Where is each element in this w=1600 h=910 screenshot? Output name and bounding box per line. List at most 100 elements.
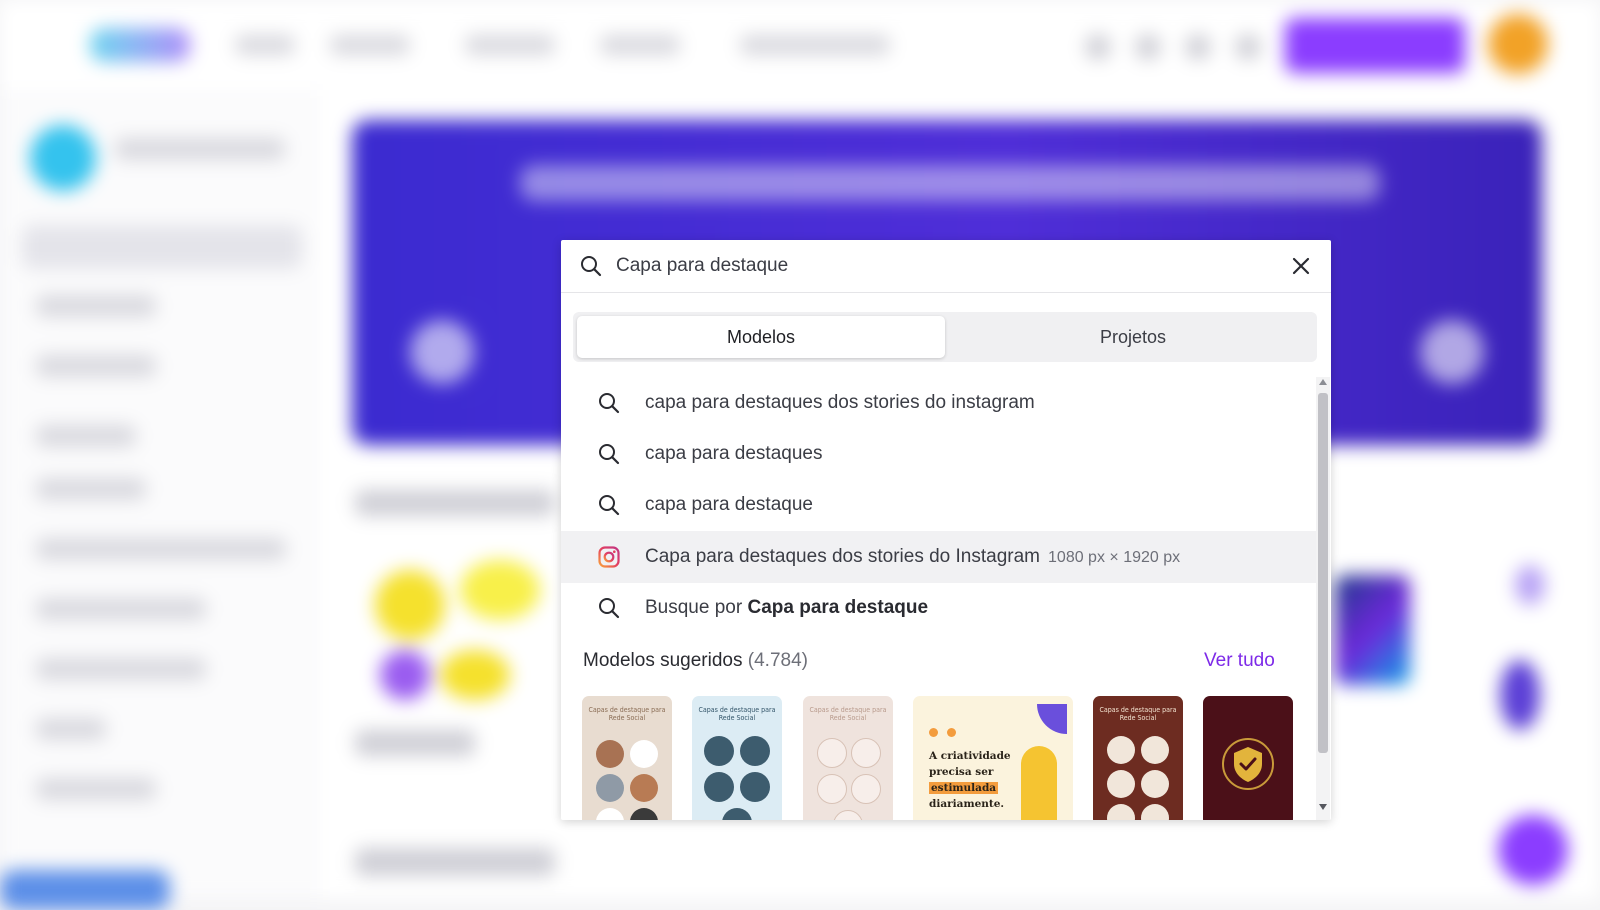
background-menu-item: [330, 35, 410, 55]
template-thumbnail[interactable]: [1203, 696, 1293, 820]
background-blob: [1515, 565, 1545, 605]
suggested-templates-count: (4.784): [747, 650, 808, 671]
design-type-dimensions: 1080 px × 1920 px: [1048, 549, 1181, 566]
background-menu-item: [465, 35, 555, 55]
thumbnail-circle: [630, 740, 658, 768]
background-sidebar-button: [0, 870, 170, 910]
thumbnail-quote-line: diariamente.: [929, 798, 1005, 810]
scrollbar[interactable]: [1316, 377, 1330, 820]
thumbnail-caption: Capas de destaque para Rede Social: [809, 706, 887, 722]
suggestion-text: capa para destaque: [645, 494, 813, 515]
thumbnail-circle: [630, 808, 658, 820]
search-for-query: Capa para destaque: [747, 597, 929, 618]
background-sidebar-avatar: [30, 125, 96, 191]
tab-modelos[interactable]: Modelos: [577, 316, 945, 358]
suggestion-item[interactable]: capa para destaques: [561, 428, 1316, 480]
suggestion-item[interactable]: capa para destaque: [561, 479, 1316, 531]
background-cta-button: [1285, 18, 1465, 73]
design-type-name: Capa para destaques dos stories do Insta…: [645, 546, 1041, 567]
suggestion-text: capa para destaques: [645, 443, 823, 464]
background-sidebar-line: [36, 295, 156, 317]
search-dropdown: Modelos Projetos capa para destaques dos…: [561, 240, 1331, 820]
suggestion-text: Capa para destaques dos stories do Insta…: [645, 546, 1180, 568]
thumbnail-circle: [630, 774, 658, 802]
background-logo: [90, 28, 190, 62]
template-thumbnail[interactable]: A criatividade precisa ser estimulada di…: [913, 696, 1073, 820]
scroll-down-arrow-icon[interactable]: [1319, 804, 1327, 810]
thumbnail-circle: [1141, 804, 1169, 820]
search-icon: [581, 256, 602, 277]
scroll-up-arrow-icon[interactable]: [1319, 379, 1327, 385]
tab-projetos[interactable]: Projetos: [949, 316, 1317, 358]
background-sidebar-selected: [22, 225, 302, 269]
suggested-templates-title: Modelos sugeridos (4.784): [583, 650, 808, 672]
background-blob: [460, 560, 540, 620]
background-icon: [1185, 34, 1211, 60]
thumbnail-quote-line: A criatividade: [929, 750, 1011, 762]
background-sidebar-line: [36, 718, 106, 740]
thumbnail-circle: [1141, 770, 1169, 798]
suggestion-item[interactable]: capa para destaques dos stories do insta…: [561, 377, 1316, 429]
thumbnail-circle: [1141, 736, 1169, 764]
background-sidebar-line: [36, 355, 156, 377]
thumbnail-shape: [1021, 746, 1057, 820]
search-input[interactable]: [616, 252, 1256, 280]
thumbnail-caption: Capas de destaque para Rede Social: [1099, 706, 1177, 722]
search-for-item[interactable]: Busque por Capa para destaque: [561, 582, 1316, 634]
background-blob: [1500, 660, 1540, 730]
thumbnail-dot: [947, 728, 956, 737]
thumbnail-circle: [1107, 736, 1135, 764]
background-sidebar-line: [36, 478, 146, 500]
template-thumbnail[interactable]: Capas de destaque para Rede Social: [582, 696, 672, 820]
thumbnail-quote-line: precisa ser: [929, 766, 994, 778]
template-thumbnail[interactable]: Capas de destaque para Rede Social: [1093, 696, 1183, 820]
background-hero-circle: [410, 320, 474, 384]
shield-check-icon: [1222, 738, 1274, 790]
background-sidebar-line: [36, 778, 156, 800]
background-icon: [1235, 34, 1261, 60]
background-menu-item: [600, 35, 680, 55]
background-avatar: [1488, 14, 1548, 74]
background-caption: [355, 730, 475, 756]
thumbnail-circle: [817, 738, 847, 768]
thumbnail-circle: [851, 774, 881, 804]
see-all-link[interactable]: Ver tudo: [1204, 650, 1275, 672]
thumbnail-circle: [704, 772, 734, 802]
instagram-icon: [598, 546, 620, 568]
thumbnail-circle: [596, 740, 624, 768]
suggestion-text: capa para destaques dos stories do insta…: [645, 392, 1035, 413]
template-thumbnail[interactable]: Capas de destaque para Rede Social: [692, 696, 782, 820]
search-for-prefix: Busque por: [645, 597, 748, 618]
search-icon: [599, 495, 620, 516]
background-blob: [380, 650, 430, 700]
thumbnail-circle: [851, 738, 881, 768]
thumbnail-caption: Capas de destaque para Rede Social: [588, 706, 666, 722]
thumbnail-circle: [740, 772, 770, 802]
search-icon: [599, 393, 620, 414]
background-sidebar-line: [36, 598, 206, 620]
background-thumbnail: [1335, 575, 1410, 685]
close-icon[interactable]: [1289, 254, 1313, 278]
thumbnail-circle: [817, 774, 847, 804]
background-sidebar-line: [36, 425, 136, 447]
scrollbar-thumb[interactable]: [1318, 393, 1328, 753]
suggestion-item-design-type[interactable]: Capa para destaques dos stories do Insta…: [561, 531, 1316, 583]
background-section-title: [355, 848, 555, 876]
thumbnail-circle: [1107, 770, 1135, 798]
thumbnail-circle: [740, 736, 770, 766]
background-section-title: [355, 490, 555, 516]
background-sidebar-line: [36, 538, 286, 560]
background-hero-circle: [1420, 320, 1484, 384]
background-icon: [1135, 34, 1161, 60]
template-thumbnail[interactable]: Capas de destaque para Rede Social: [803, 696, 893, 820]
thumbnail-circle: [1107, 804, 1135, 820]
background-sidebar-line: [115, 138, 285, 160]
background-menu-item: [740, 35, 890, 55]
thumbnail-caption: Capas de destaque para Rede Social: [698, 706, 776, 722]
thumbnail-circle: [833, 810, 863, 820]
tab-bar: Modelos Projetos: [573, 312, 1317, 362]
thumbnail-quote-line: estimulada: [929, 782, 999, 794]
search-icon: [599, 444, 620, 465]
background-blob: [440, 650, 510, 700]
background-hero-title: [520, 165, 1380, 201]
